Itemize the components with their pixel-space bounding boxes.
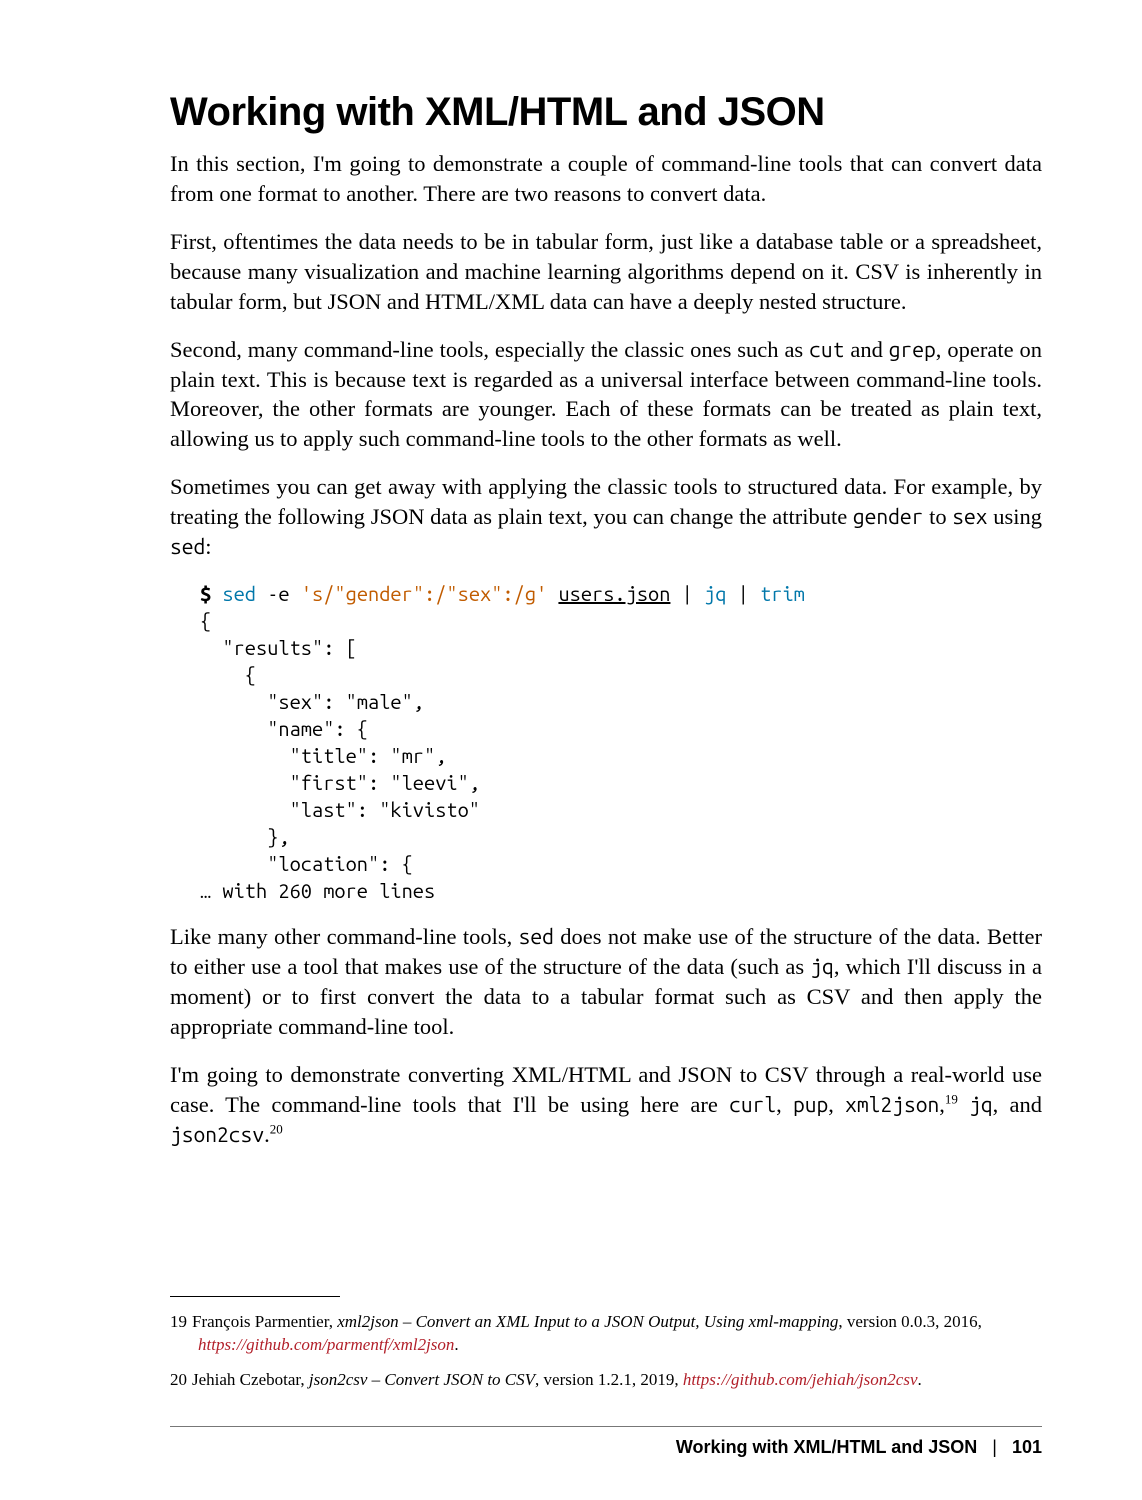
paragraph-second-reason: Second, many command-line tools, especia…	[170, 335, 1042, 455]
paragraph-sed-intro: Sometimes you can get away with applying…	[170, 472, 1042, 562]
footnote-title: json2csv – Convert JSON to CSV	[309, 1370, 535, 1389]
footnote-ref-20: 20	[270, 1121, 283, 1136]
code-jq: jq	[810, 954, 834, 978]
text: :	[205, 534, 211, 559]
code-jq: jq	[969, 1092, 993, 1116]
pipe: |	[726, 582, 760, 605]
paragraph-sed-limitation: Like many other command-line tools, sed …	[170, 922, 1042, 1042]
flag: -e	[256, 582, 301, 605]
text: ,	[776, 1092, 793, 1117]
text: to	[923, 504, 952, 529]
text: and	[844, 337, 888, 362]
text: using	[988, 504, 1042, 529]
pipe: |	[670, 582, 704, 605]
cmd-sed: sed	[222, 582, 256, 605]
footnote-text: François Parmentier,	[192, 1312, 337, 1331]
filename-users-json: users.json	[558, 582, 670, 605]
footnote-ref-19: 19	[945, 1091, 958, 1106]
output-line: "title": "mr",	[200, 744, 446, 767]
paragraph-first-reason: First, oftentimes the data needs to be i…	[170, 227, 1042, 317]
code-sed: sed	[170, 534, 205, 558]
page: Working with XML/HTML and JSON In this s…	[0, 0, 1142, 1500]
footnote-text: .	[918, 1370, 922, 1389]
footnote-text: Jehiah Czebotar,	[192, 1370, 309, 1389]
code-sex: sex	[952, 504, 987, 528]
code-curl: curl	[729, 1092, 776, 1116]
running-footer: Working with XML/HTML and JSON | 101	[170, 1426, 1042, 1458]
code-sed: sed	[519, 924, 554, 948]
footer-page-number: 101	[1012, 1437, 1042, 1457]
code-xml2json: xml2json	[845, 1092, 939, 1116]
section-heading: Working with XML/HTML and JSON	[170, 90, 1042, 135]
output-line: "location": {	[200, 852, 413, 875]
sed-expression: 's/"gender":/"sex":/g'	[301, 582, 547, 605]
code-cut: cut	[809, 337, 844, 361]
footnote-title: xml2json – Convert an XML Input to a JSO…	[337, 1312, 838, 1331]
cmd-jq: jq	[704, 582, 726, 605]
code-json2csv: json2csv	[170, 1122, 264, 1146]
footer-separator: |	[982, 1437, 1007, 1457]
output-line: "first": "leevi",	[200, 771, 480, 794]
code-grep: grep	[889, 337, 936, 361]
text: , and	[993, 1092, 1042, 1117]
paragraph-tools-list: I'm going to demonstrate converting XML/…	[170, 1060, 1042, 1150]
footnote-number: 19	[170, 1311, 192, 1334]
code-block-sed-example: $ sed -e 's/"gender":/"sex":/g' users.js…	[200, 580, 1042, 904]
output-line: "results": [	[200, 636, 357, 659]
output-line: },	[200, 825, 290, 848]
footnote-20: 20Jehiah Czebotar, json2csv – Convert JS…	[170, 1369, 1042, 1392]
text: ,	[828, 1092, 845, 1117]
output-line: "name": {	[200, 717, 368, 740]
footnote-text: , version 1.2.1, 2019,	[535, 1370, 683, 1389]
footnote-link-json2csv[interactable]: https://github.com/jehiah/json2csv	[683, 1370, 918, 1389]
output-truncated: … with 260 more lines	[200, 879, 435, 902]
footer-section-title: Working with XML/HTML and JSON	[676, 1437, 977, 1457]
footnotes-block: 19François Parmentier, xml2json – Conver…	[170, 1296, 1042, 1404]
footnotes-rule	[170, 1296, 340, 1297]
text	[958, 1092, 969, 1117]
footnote-text: .	[454, 1335, 458, 1354]
output-line: {	[200, 663, 256, 686]
output-line: "last": "kivisto"	[200, 798, 480, 821]
footnote-link-xml2json[interactable]: https://github.com/parmentf/xml2json	[198, 1335, 454, 1354]
text: Second, many command-line tools, especia…	[170, 337, 809, 362]
footnote-text: , version 0.0.3, 2016,	[838, 1312, 982, 1331]
footnote-number: 20	[170, 1369, 192, 1392]
cmd-trim: trim	[760, 582, 805, 605]
code-pup: pup	[793, 1092, 828, 1116]
footnote-19: 19François Parmentier, xml2json – Conver…	[170, 1311, 1042, 1357]
output-line: {	[200, 609, 211, 632]
paragraph-intro: In this section, I'm going to demonstrat…	[170, 149, 1042, 209]
shell-prompt: $	[200, 582, 211, 605]
code-gender: gender	[853, 504, 924, 528]
output-line: "sex": "male",	[200, 690, 424, 713]
text: Like many other command-line tools,	[170, 924, 519, 949]
